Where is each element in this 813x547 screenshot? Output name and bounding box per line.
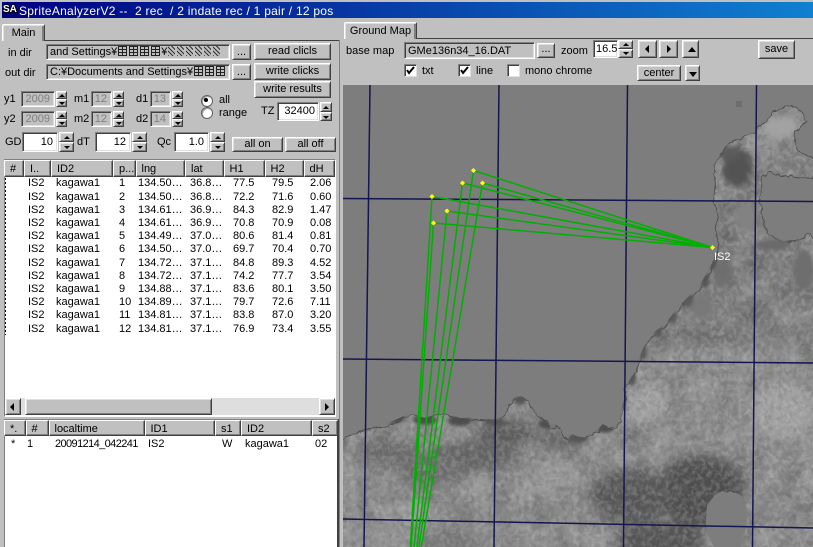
svg-text:IS2: IS2	[714, 251, 731, 263]
